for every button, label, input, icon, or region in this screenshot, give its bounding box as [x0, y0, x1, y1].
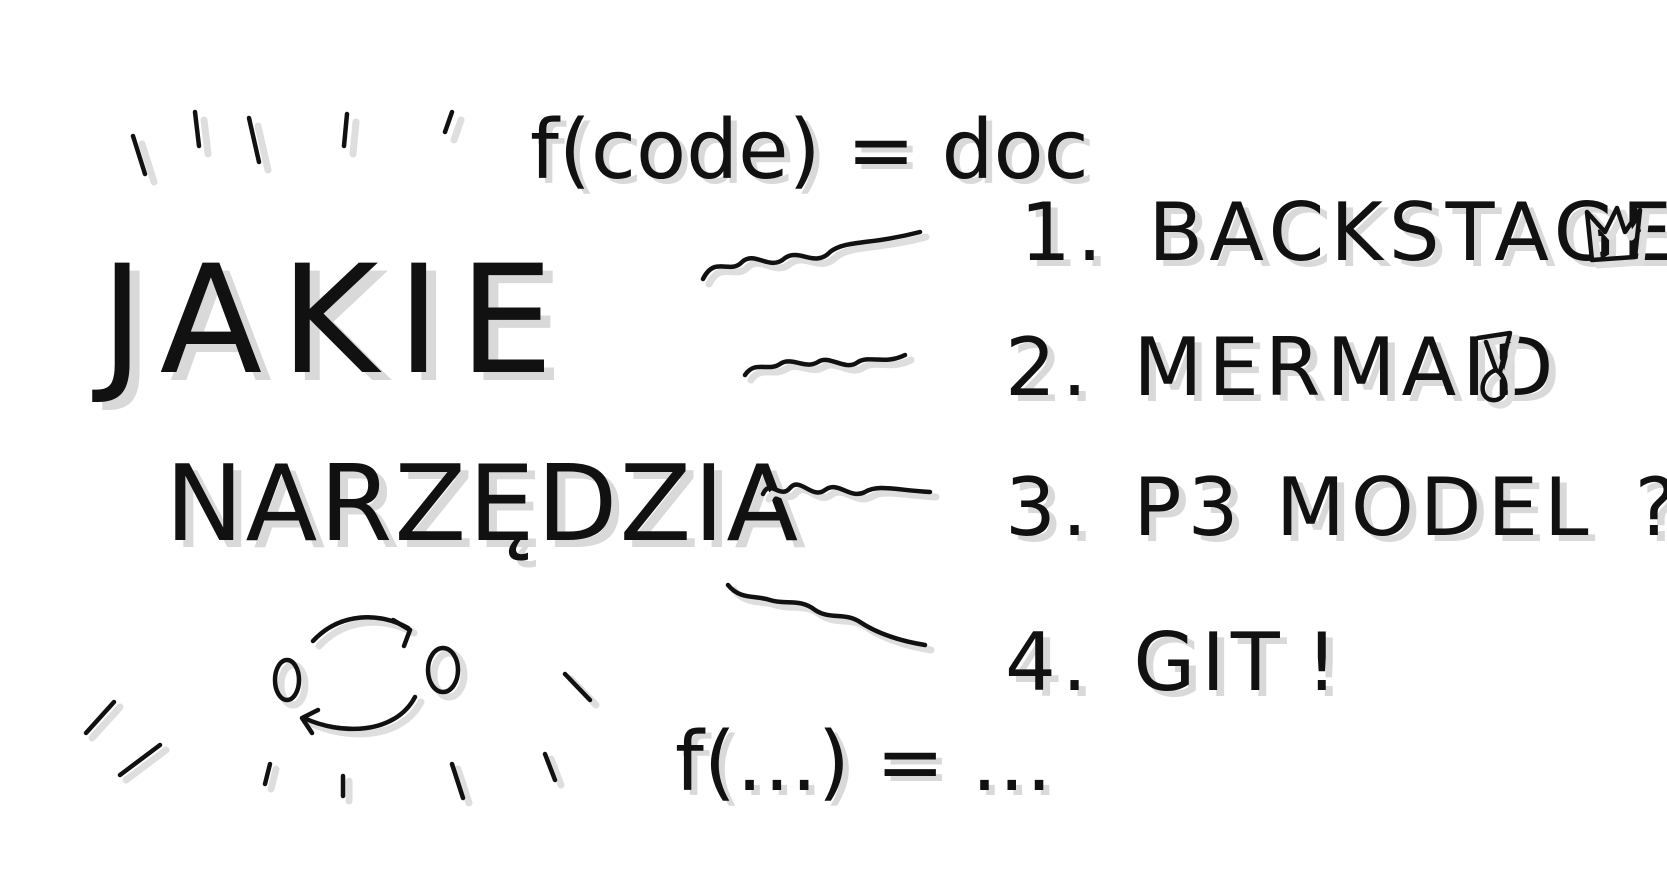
squiggle-connectors — [700, 229, 940, 654]
list-item-git: 4. GIT! 4. GIT! — [1005, 616, 1345, 715]
title-jakie: JAKIE JAKIE — [92, 234, 572, 416]
list-item-p3-model: 3. P3 MODEL?! 3. P3 MODEL?! — [1005, 461, 1667, 560]
emphasis-ticks-top — [130, 109, 465, 186]
list-suffix: ?! — [1635, 461, 1667, 554]
sketch-canvas: JAKIE JAKIE NARZĘDZIA NARZĘDZIA f(code) … — [83, 103, 1667, 815]
list-number: 1. — [1020, 186, 1108, 279]
title-line-1: JAKIE — [92, 234, 572, 408]
list-number: 2. — [1005, 321, 1093, 414]
list-label: GIT — [1133, 616, 1285, 709]
emphasis-ticks-bottom — [83, 671, 600, 807]
svg-text:4.GIT!: 4. GIT! — [1005, 616, 1344, 709]
list-label: P3 MODEL — [1133, 461, 1594, 554]
formula-top: f(code) = doc f(code) = doc — [530, 103, 1095, 203]
svg-text:1.BACKSTAGE: 1. BACKSTAGE — [1020, 186, 1667, 279]
svg-text:3.P3 MODEL?!: 3. P3 MODEL?! — [1005, 461, 1667, 554]
formula-bottom: f(…) = … f(…) = … — [675, 715, 1059, 815]
list-item-mermaid: 2. MERMAID 2. MERMAID — [1005, 321, 1560, 420]
svg-text:2.MERMAID: 2. MERMAID — [1005, 321, 1559, 414]
formula-code-doc: f(code) = doc — [530, 103, 1089, 198]
list-item-backstage: 1. BACKSTAGE 1. BACKSTAGE — [1020, 186, 1667, 285]
cycle-arrows-icon — [272, 615, 468, 738]
title-line-2: NARZĘDZIA — [165, 443, 800, 565]
title-narzedzia: NARZĘDZIA NARZĘDZIA — [165, 443, 806, 572]
list-number: 4. — [1005, 616, 1093, 709]
tools-list: 1. BACKSTAGE 1. BACKSTAGE 2. MERMAID 2. MERM… — [1005, 186, 1667, 715]
list-number: 3. — [1005, 461, 1093, 554]
list-suffix: ! — [1306, 616, 1344, 709]
formula-ellipsis: f(…) = … — [675, 715, 1053, 810]
